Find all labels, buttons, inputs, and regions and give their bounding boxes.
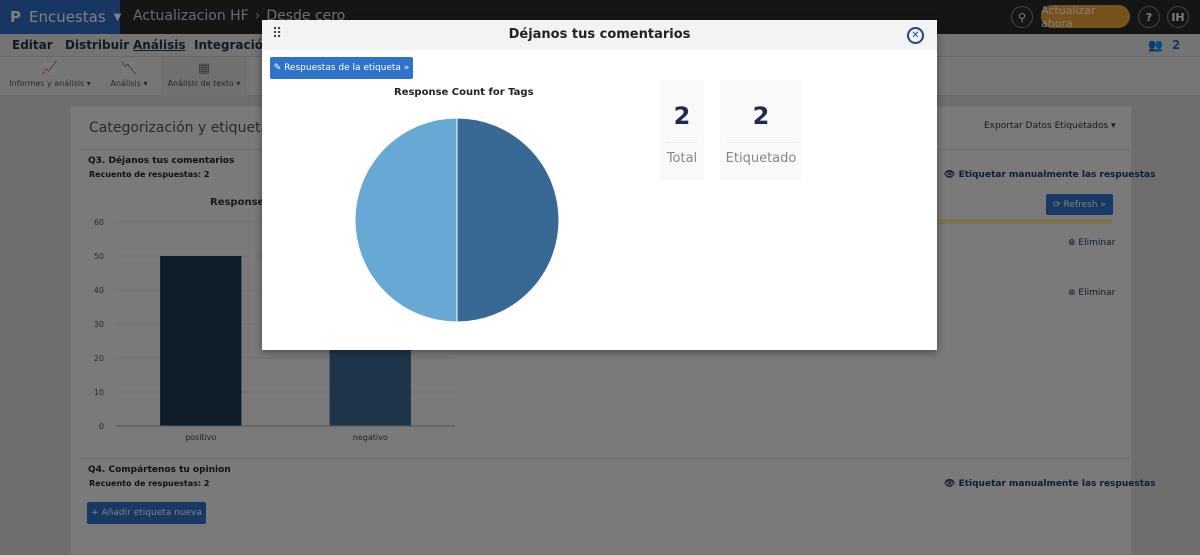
stat-total: 2 Total xyxy=(660,80,704,180)
tag-responses-button[interactable]: ✎ Respuestas de la etiqueta » xyxy=(270,57,413,79)
modal-title: Déjanos tus comentarios xyxy=(508,27,691,42)
pie-chart-title: Response Count for Tags xyxy=(394,87,534,98)
pie-chart: Response Count for Tags xyxy=(354,87,560,323)
edit-icon: ✎ xyxy=(273,63,285,73)
close-icon[interactable]: ✕ xyxy=(907,27,924,44)
comments-modal: ⠿ Déjanos tus comentarios ✕ ✎ Respuestas… xyxy=(262,20,937,350)
stat-tagged: 2 Etiquetado xyxy=(720,80,802,180)
pie-slice-positivo xyxy=(456,117,560,323)
pie-slice-negativo xyxy=(354,117,458,323)
